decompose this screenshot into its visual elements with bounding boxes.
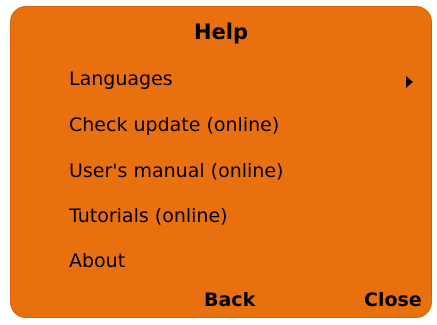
menu-item-label: User's manual (online) — [69, 160, 284, 182]
help-menu-panel: Help Languages Check update (online) Use… — [10, 6, 432, 318]
menu-item-about[interactable]: About — [11, 244, 431, 284]
menu-item-check-update[interactable]: Check update (online) — [11, 108, 431, 148]
menu-title: Help — [193, 20, 249, 44]
close-button[interactable]: Close — [364, 289, 422, 311]
menu-item-languages[interactable]: Languages — [11, 62, 431, 102]
back-button[interactable]: Back — [204, 289, 255, 311]
menu-item-tutorials[interactable]: Tutorials (online) — [11, 199, 431, 239]
menu-item-label: Languages — [69, 68, 173, 90]
menu-item-label: Tutorials (online) — [69, 205, 228, 227]
chevron-right-icon — [406, 76, 413, 88]
menu-item-users-manual[interactable]: User's manual (online) — [11, 154, 431, 194]
menu-item-label: Check update (online) — [69, 114, 280, 136]
menu-item-label: About — [69, 250, 126, 272]
